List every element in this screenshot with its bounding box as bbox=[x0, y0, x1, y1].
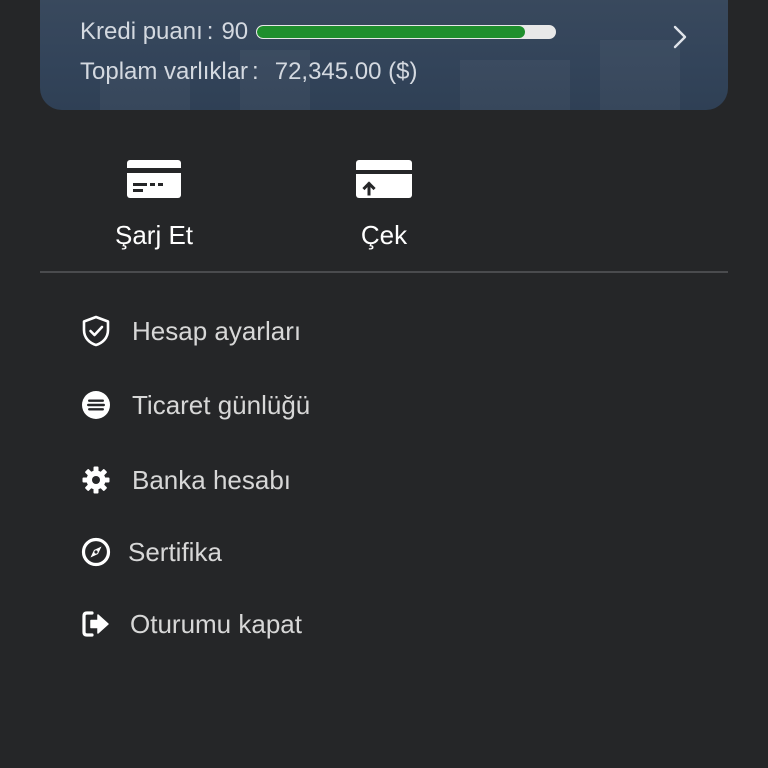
card-deposit-icon bbox=[127, 160, 181, 198]
list-circle-icon bbox=[80, 389, 112, 421]
credit-score-label: Kredi puanı bbox=[80, 18, 203, 45]
menu-item-label: Banka hesabı bbox=[132, 464, 292, 495]
menu-item-account-settings[interactable]: Hesap ayarları bbox=[80, 311, 301, 351]
total-assets-value: 72,345.00 ($) bbox=[274, 58, 418, 85]
menu-item-logout[interactable]: Oturumu kapat bbox=[80, 604, 302, 644]
gear-icon bbox=[80, 464, 112, 496]
account-summary-card[interactable]: Kredi puanı : 90 Toplam varlıklar : 72,3… bbox=[40, 0, 728, 110]
shield-check-icon bbox=[80, 315, 112, 347]
charge-button-label: Şarj Et bbox=[114, 220, 194, 250]
charge-button[interactable]: Şarj Et bbox=[79, 158, 229, 251]
menu-item-trade-log[interactable]: Ticaret günlüğü bbox=[80, 385, 310, 425]
menu-item-label: Ticaret günlüğü bbox=[132, 389, 311, 420]
withdraw-button-label: Çek bbox=[360, 220, 408, 250]
chevron-right-icon[interactable] bbox=[666, 24, 692, 50]
credit-score-value: 90 bbox=[221, 18, 249, 45]
menu-item-bank-account[interactable]: Banka hesabı bbox=[80, 460, 291, 500]
withdraw-button[interactable]: Çek bbox=[309, 158, 459, 251]
card-withdraw-icon bbox=[356, 160, 412, 198]
wallet-actions: Şarj Et Çek bbox=[0, 158, 768, 258]
credit-score-progress-bar bbox=[256, 25, 557, 39]
menu-item-label: Oturumu kapat bbox=[130, 608, 302, 639]
credit-score-separator: : bbox=[206, 18, 214, 45]
menu-item-certificate[interactable]: Sertifika bbox=[80, 532, 222, 572]
profile-screen: Kredi puanı : 90 Toplam varlıklar : 72,3… bbox=[0, 0, 768, 768]
section-divider bbox=[40, 271, 728, 273]
menu-item-label: Sertifika bbox=[128, 536, 222, 567]
logout-icon bbox=[80, 608, 112, 640]
card-background-decoration bbox=[600, 40, 680, 110]
total-assets-row: Toplam varlıklar : 72,345.00 ($) bbox=[80, 58, 418, 86]
card-background-decoration bbox=[460, 60, 570, 110]
compass-icon bbox=[80, 536, 112, 568]
total-assets-separator: : bbox=[252, 58, 259, 85]
credit-score-progress-fill bbox=[257, 26, 526, 38]
menu-item-label: Hesap ayarları bbox=[132, 315, 302, 346]
total-assets-label: Toplam varlıklar bbox=[80, 58, 249, 85]
credit-score-row: Kredi puanı : 90 bbox=[80, 18, 557, 46]
